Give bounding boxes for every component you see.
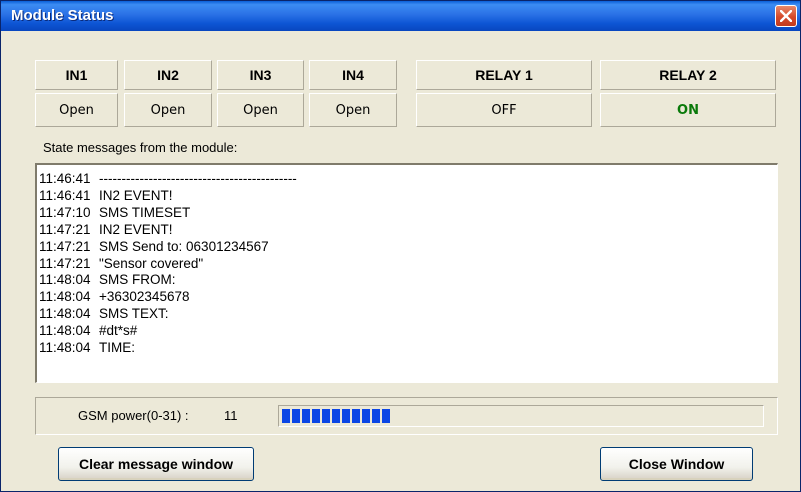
gsm-power-bar <box>278 405 764 427</box>
message-time: 11:47:21 <box>39 255 91 271</box>
message-line: 11:48:04 SMS FROM: <box>39 272 777 289</box>
message-line: 11:47:21 IN2 EVENT! <box>39 222 777 239</box>
message-text: SMS Send to: 06301234567 <box>99 238 269 254</box>
message-time: 11:48:04 <box>39 323 91 339</box>
title-bar[interactable]: Module Status <box>1 1 800 31</box>
gsm-power-label: GSM power(0-31) : <box>78 408 189 423</box>
gsm-power-panel: GSM power(0-31) : 11 <box>35 397 778 435</box>
message-line: 11:48:04 #dt*s# <box>39 323 777 340</box>
message-time: 11:47:21 <box>39 221 91 237</box>
messages-label: State messages from the module: <box>43 140 238 155</box>
gsm-power-fill <box>282 409 390 423</box>
message-line: 11:48:04 +36302345678 <box>39 289 777 306</box>
in2-header: IN2 <box>124 60 212 90</box>
message-time: 11:46:41 <box>39 171 91 186</box>
message-time: 11:46:41 <box>39 187 91 203</box>
message-text: #dt*s# <box>99 323 138 339</box>
message-text: +36302345678 <box>99 289 190 305</box>
message-line: 11:46:41 --------------------------------… <box>39 171 777 188</box>
clear-message-window-button[interactable]: Clear message window <box>58 447 254 481</box>
message-text: SMS TEXT: <box>99 306 169 322</box>
in1-state: Open <box>35 93 118 127</box>
message-window[interactable]: 11:46:41 --------------------------------… <box>35 163 778 383</box>
module-status-window: Module Status IN1 Open IN2 Open IN3 Open… <box>0 0 801 492</box>
in1-header: IN1 <box>35 60 118 90</box>
message-time: 11:48:04 <box>39 306 91 322</box>
in3-header: IN3 <box>217 60 304 90</box>
in3-state: Open <box>217 93 304 127</box>
message-text: "Sensor covered" <box>99 255 204 271</box>
in2-state: Open <box>124 93 212 127</box>
message-text: IN2 EVENT! <box>99 187 173 203</box>
message-time: 11:48:04 <box>39 340 91 356</box>
in4-header: IN4 <box>309 60 397 90</box>
message-line: 11:46:41 IN2 EVENT! <box>39 188 777 205</box>
message-text: IN2 EVENT! <box>99 221 173 237</box>
message-text: SMS TIMESET <box>99 204 191 220</box>
relay2-header: RELAY 2 <box>600 60 776 90</box>
relay1-state: OFF <box>416 93 592 127</box>
message-line: 11:47:10 SMS TIMESET <box>39 205 777 222</box>
message-text: ----------------------------------------… <box>99 171 297 186</box>
in4-state: Open <box>309 93 397 127</box>
message-time: 11:47:10 <box>39 204 91 220</box>
message-line: 11:48:04 SMS TEXT: <box>39 306 777 323</box>
message-time: 11:48:04 <box>39 289 91 305</box>
message-time: 11:48:04 <box>39 272 91 288</box>
message-text: SMS FROM: <box>99 272 176 288</box>
message-line: 11:47:21 SMS Send to: 06301234567 <box>39 239 777 256</box>
close-window-button[interactable]: Close Window <box>600 447 753 481</box>
message-line: 11:48:04 TIME: <box>39 340 777 357</box>
relay1-header: RELAY 1 <box>416 60 592 90</box>
relay2-state: ON <box>600 93 776 127</box>
window-title: Module Status <box>11 7 114 24</box>
message-line: 11:47:21 "Sensor covered" <box>39 256 777 273</box>
close-icon[interactable] <box>775 5 797 27</box>
message-time: 11:47:21 <box>39 238 91 254</box>
gsm-power-value: 11 <box>224 408 238 423</box>
message-text: TIME: <box>99 340 135 356</box>
